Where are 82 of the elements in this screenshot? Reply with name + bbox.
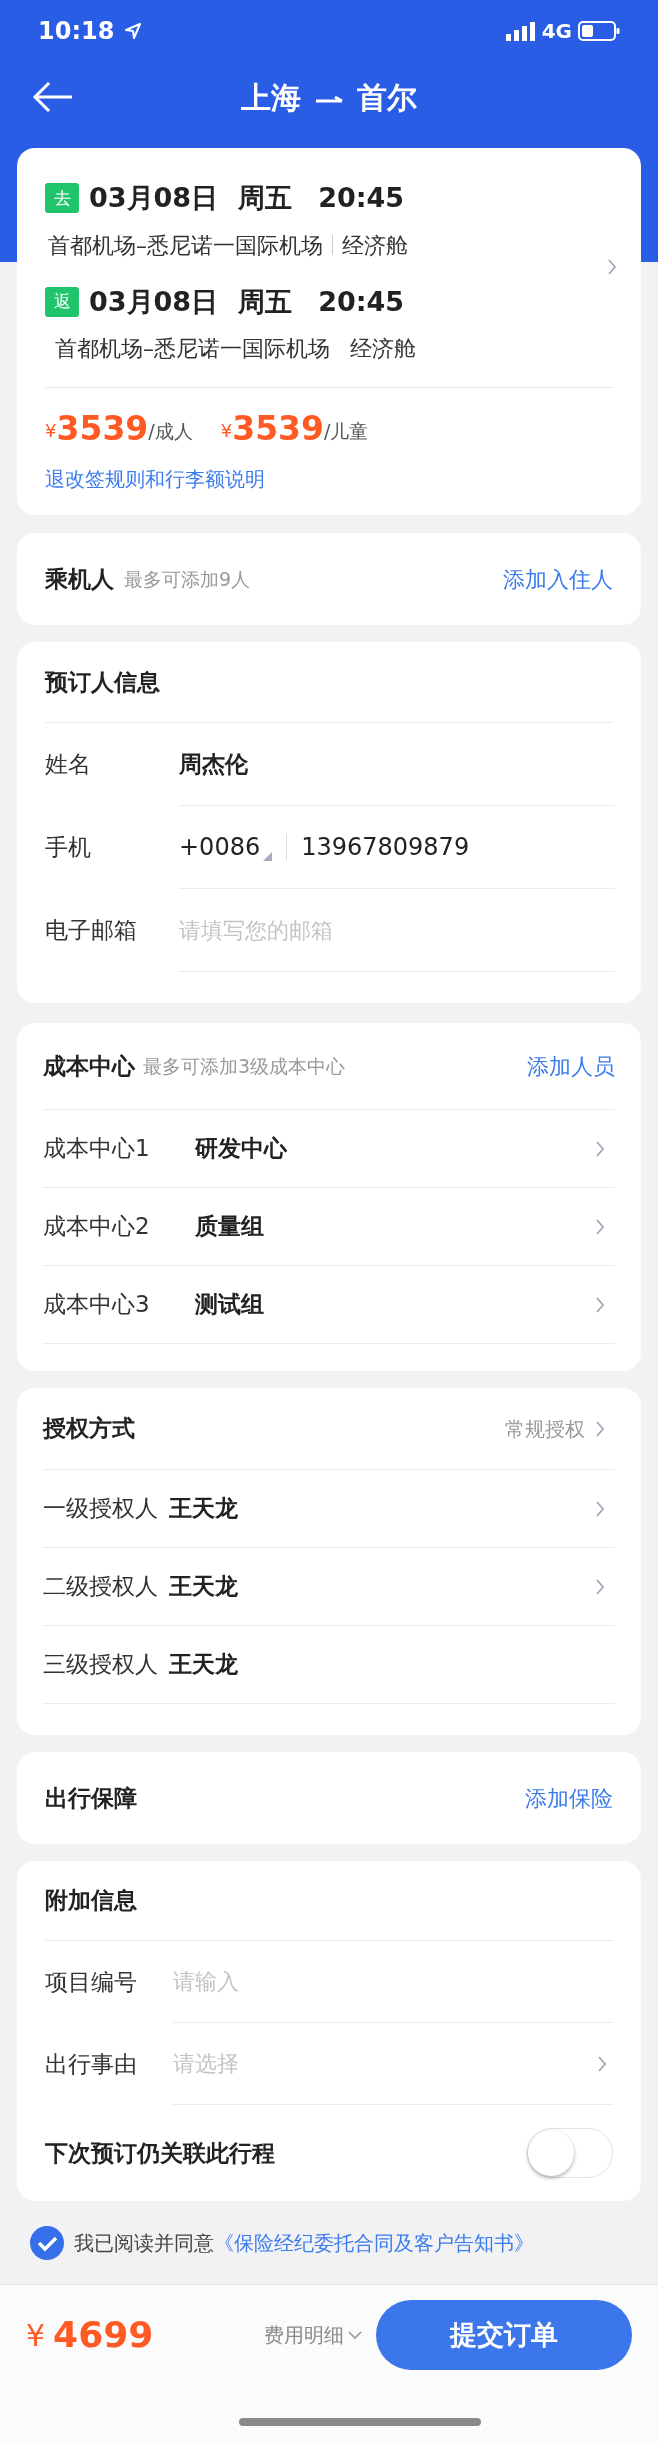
flight-time: 20:45: [318, 181, 405, 215]
email-field[interactable]: 请填写您的邮箱: [179, 913, 615, 947]
checkbox-icon[interactable]: [30, 2226, 64, 2260]
approver-name: 王天龙: [169, 1572, 239, 1602]
country-code-selector[interactable]: +0086: [179, 829, 273, 865]
row-label: 三级授权人: [43, 1650, 159, 1680]
chevron-right-icon: [595, 1217, 605, 1236]
signal-icon: [505, 21, 536, 41]
cabin-class: 经济舱: [342, 231, 408, 260]
row-value: 测试组: [195, 1290, 265, 1320]
origin-city: 上海: [241, 78, 301, 117]
name-value: 周杰伦: [179, 749, 248, 779]
network-label: 4G: [541, 18, 572, 45]
approver-name: 王天龙: [169, 1494, 239, 1524]
section-title: 成本中心: [43, 1051, 135, 1081]
section-title: 出行保障: [45, 1783, 137, 1813]
field-label: 电子邮箱: [45, 916, 138, 946]
row-label: 一级授权人: [43, 1494, 159, 1524]
caret-icon: [263, 852, 273, 861]
field-label: 手机: [45, 833, 92, 863]
route-text: 首都机场–悉尼诺一国际机场: [48, 231, 323, 260]
caret-icon: [348, 2330, 362, 2340]
flight-weekday: 周五: [238, 181, 293, 215]
add-member-link[interactable]: 添加人员: [527, 1049, 615, 1083]
section-title: 预订人信息: [45, 667, 160, 697]
section-title: 附加信息: [45, 1886, 137, 1916]
agreement-text: 我已阅读并同意《保险经纪委托合同及客户告知书》: [74, 2230, 534, 2257]
phone-number: 13967809879: [301, 832, 470, 863]
flight-weekday: 周五: [238, 284, 293, 319]
row-label: 二级授权人: [43, 1572, 159, 1602]
chevron-right-icon: [595, 1295, 605, 1314]
destination-city: 首尔: [357, 78, 417, 117]
currency-symbol: ¥: [45, 420, 57, 443]
chevron-right-icon: [595, 1419, 605, 1438]
section-title: 授权方式: [43, 1414, 135, 1444]
route-text: 首都机场–悉尼诺一国际机场: [55, 335, 330, 363]
cabin-class: 经济舱: [350, 335, 416, 363]
toggle-switch[interactable]: [527, 2128, 613, 2178]
price-amount: 3539: [232, 410, 325, 448]
field-label: 姓名: [45, 750, 92, 780]
flight-time: 20:45: [318, 284, 405, 319]
field-label: 项目编号: [45, 1967, 138, 1997]
project-number-field[interactable]: 请输入: [173, 1965, 607, 1998]
total-price: 4699: [53, 2313, 154, 2357]
trip-tag: 去: [45, 183, 79, 214]
rules-link[interactable]: 退改签规则和行李额说明: [45, 467, 265, 491]
total-currency: ¥: [26, 2316, 46, 2355]
currency-symbol: ¥: [220, 420, 233, 443]
submit-order-button[interactable]: 提交订单: [376, 2300, 632, 2370]
flight-date: 03月08日: [89, 181, 219, 215]
fee-details-button[interactable]: 费用明细: [264, 2320, 362, 2350]
route-arrow-icon: [315, 93, 343, 105]
row-label: 成本中心2: [43, 1212, 151, 1242]
add-insurance-link[interactable]: 添加保险: [525, 1781, 613, 1815]
section-title: 乘机人: [45, 564, 114, 594]
auth-mode[interactable]: 常规授权: [505, 1413, 585, 1444]
hint-text: 最多可添加9人: [124, 566, 251, 592]
status-time: 10:18: [38, 16, 115, 47]
trip-tag: 返: [45, 286, 79, 317]
row-label: 成本中心1: [43, 1134, 151, 1164]
chevron-right-icon: [597, 2054, 607, 2073]
price-unit: /儿童: [324, 419, 369, 444]
price-unit: /成人: [148, 419, 193, 444]
back-arrow-icon[interactable]: [32, 80, 74, 114]
approver-name: 王天龙: [169, 1650, 239, 1680]
toggle-label: 下次预订仍关联此行程: [45, 2138, 276, 2168]
hint-text: 最多可添加3级成本中心: [143, 1053, 346, 1079]
price-amount: 3539: [56, 410, 149, 448]
field-label: 出行事由: [45, 2049, 138, 2079]
chevron-right-icon: [607, 258, 617, 276]
add-guest-link[interactable]: 添加入住人: [503, 562, 613, 596]
row-value: 研发中心: [195, 1134, 288, 1164]
row-value: 质量组: [195, 1212, 265, 1242]
flight-date: 03月08日: [89, 284, 219, 319]
chevron-right-icon: [595, 1139, 605, 1158]
row-label: 成本中心3: [43, 1290, 151, 1320]
cost-center-row[interactable]: 成本中心1 研发中心: [43, 1109, 615, 1187]
cost-center-row[interactable]: 成本中心3 测试组: [43, 1265, 615, 1343]
location-arrow-icon: [124, 22, 143, 40]
battery-icon: [578, 20, 620, 42]
contract-link[interactable]: 《保险经纪委托合同及客户告知书》: [214, 2231, 534, 2255]
cost-center-row[interactable]: 成本中心2 质量组: [43, 1187, 615, 1265]
